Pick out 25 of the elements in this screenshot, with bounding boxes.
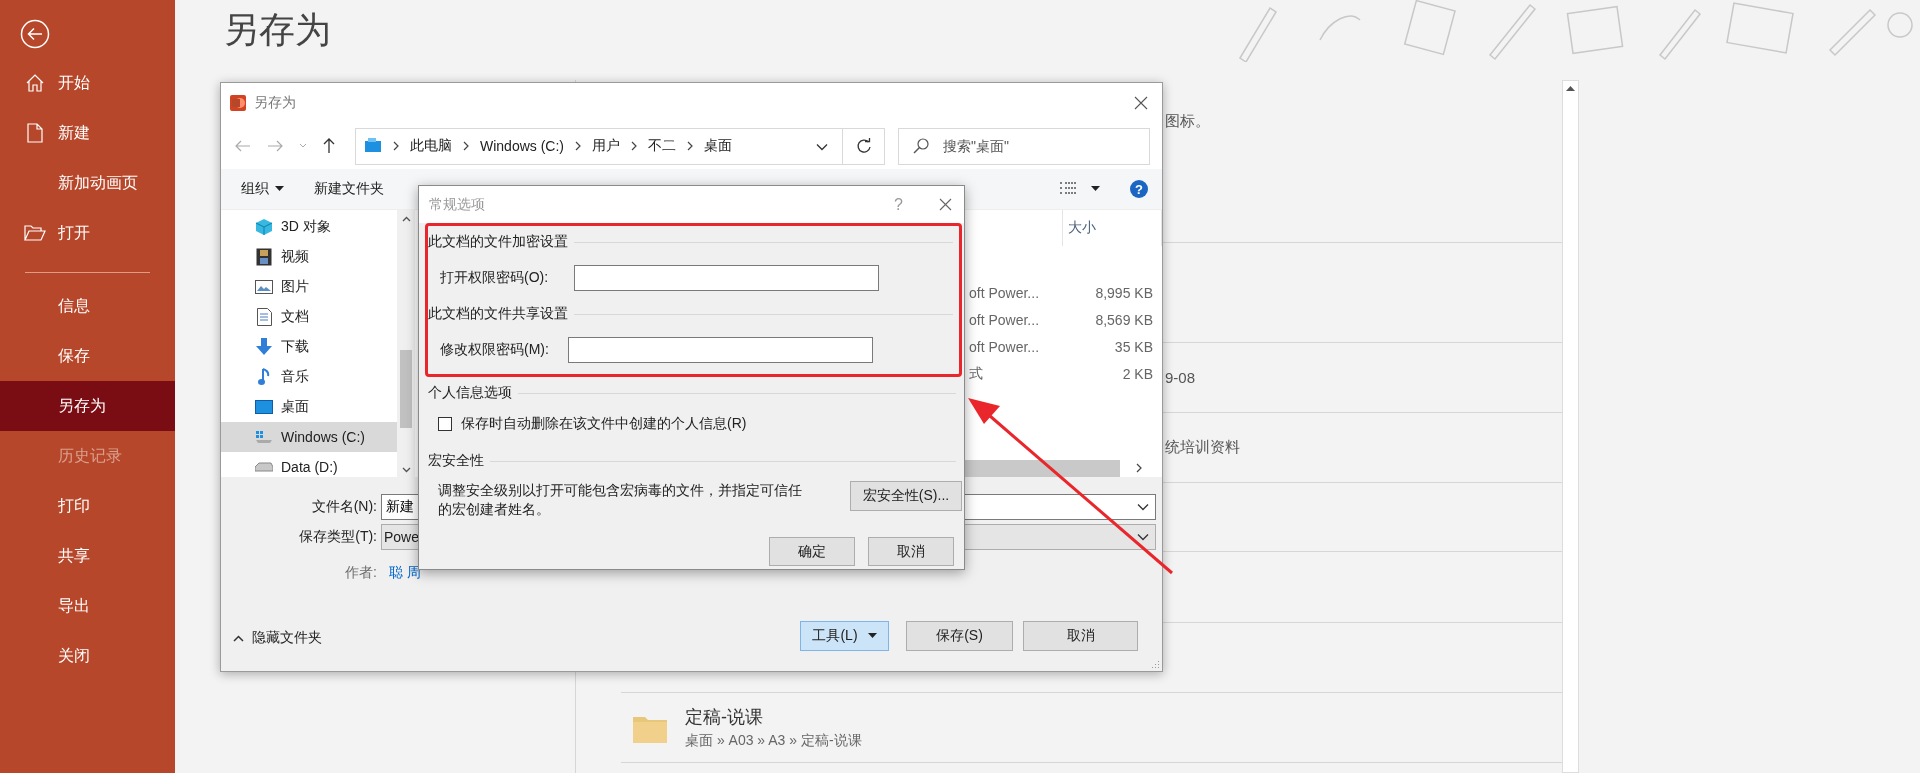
page-title: 另存为	[223, 9, 331, 50]
file-size-cell-text: 2 KB	[1121, 365, 1153, 382]
field-label: 修改权限密码(M):	[440, 341, 550, 359]
field-label: 作者:	[344, 564, 377, 582]
file-size-cell-text: 8,569 KB	[1094, 311, 1153, 328]
recent-item-text: 图标。	[1165, 112, 1210, 131]
section-heading: 个人信息选项	[428, 384, 512, 402]
field-label: 文件名(N):	[310, 498, 377, 516]
dialog-title: 另存为	[254, 94, 297, 112]
recent-item-text: 统培训资料	[1165, 438, 1240, 457]
macro-description: 调整安全级别以打开可能包含宏病毒的文件，并指定可信任的宏创建者姓名。	[438, 481, 803, 519]
recent-item-text: 9-08	[1165, 369, 1196, 386]
section-heading: 此文档的文件加密设置	[428, 233, 568, 251]
file-size-cell-text: 35 KB	[1113, 338, 1153, 355]
field-label: 打开权限密码(O):	[440, 269, 550, 287]
field-label: 保存类型(T):	[298, 528, 377, 546]
file-type-cell-text: oft Power...	[969, 311, 1041, 328]
file-size-cell-text: 8,995 KB	[1094, 284, 1153, 301]
file-type-cell-text: 式	[969, 364, 984, 383]
recent-folder-path: 桌面 » A03 » A3 » 定稿-说课	[685, 732, 862, 750]
file-type-cell-text: oft Power...	[969, 284, 1041, 301]
file-type-cell-text: oft Power...	[969, 338, 1041, 355]
section-heading: 此文档的文件共享设置	[428, 305, 568, 323]
dialog-title: 常规选项	[429, 195, 486, 214]
section-heading: 宏安全性	[428, 452, 484, 470]
